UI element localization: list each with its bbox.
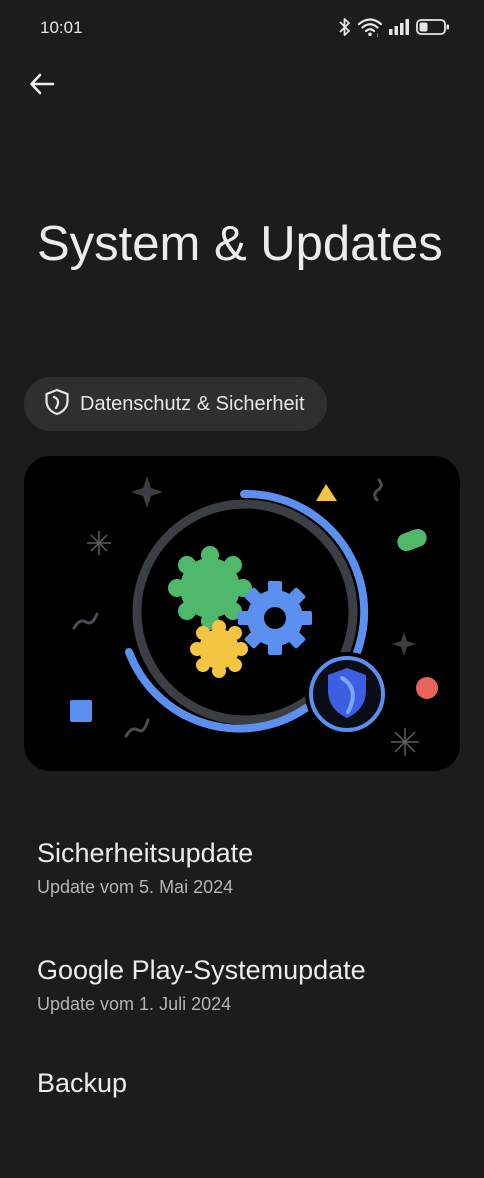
- status-icons: ↕: [338, 15, 450, 39]
- burst-icon: [391, 728, 419, 756]
- back-button[interactable]: [22, 66, 62, 106]
- status-bar: 10:01 ↕: [0, 0, 484, 56]
- list-item-title: Sicherheitsupdate: [37, 838, 254, 868]
- yellow-gear-icon: [190, 620, 248, 678]
- squiggle-shape: [373, 478, 383, 502]
- shield-icon: [44, 388, 70, 421]
- triangle-shape: [316, 484, 337, 501]
- cell-signal-icon: [388, 18, 410, 36]
- sparkle-icon: [131, 476, 163, 508]
- list-item-title: Google Play-Systemupdate: [37, 955, 366, 985]
- list-item-security-update[interactable]: Sicherheitsupdate Update vom 5. Mai 2024: [0, 838, 484, 948]
- list-item-play-system-update[interactable]: Google Play-Systemupdate Update vom 1. J…: [0, 955, 484, 1065]
- square-shape: [70, 700, 92, 722]
- list-item-subtitle: Update vom 1. Juli 2024: [37, 994, 232, 1014]
- battery-icon: [416, 18, 450, 36]
- squiggle-shape: [124, 718, 150, 738]
- pill-shape: [397, 528, 427, 552]
- svg-text:↕: ↕: [376, 33, 379, 37]
- bluetooth-icon: [338, 17, 352, 37]
- squiggle-shape: [72, 612, 99, 630]
- page-title: System & Updates: [37, 217, 443, 271]
- list-item-title: Backup: [37, 1068, 128, 1098]
- sparkle-icon: [392, 632, 416, 656]
- dot-shape: [416, 677, 438, 699]
- list-item-backup[interactable]: Backup: [0, 1068, 484, 1178]
- blue-gear-icon: [238, 581, 312, 655]
- status-time: 10:01: [40, 18, 83, 37]
- hero-illustration: [24, 456, 460, 771]
- list-item-subtitle: Update vom 5. Mai 2024: [37, 877, 234, 897]
- privacy-security-chip[interactable]: Datenschutz & Sicherheit: [24, 377, 327, 431]
- security-shield-badge-icon: [305, 652, 389, 736]
- burst-icon: [87, 531, 111, 555]
- wifi-icon: ↕: [358, 17, 382, 37]
- chip-label: Datenschutz & Sicherheit: [80, 392, 305, 415]
- arrow-back-icon: [28, 70, 56, 103]
